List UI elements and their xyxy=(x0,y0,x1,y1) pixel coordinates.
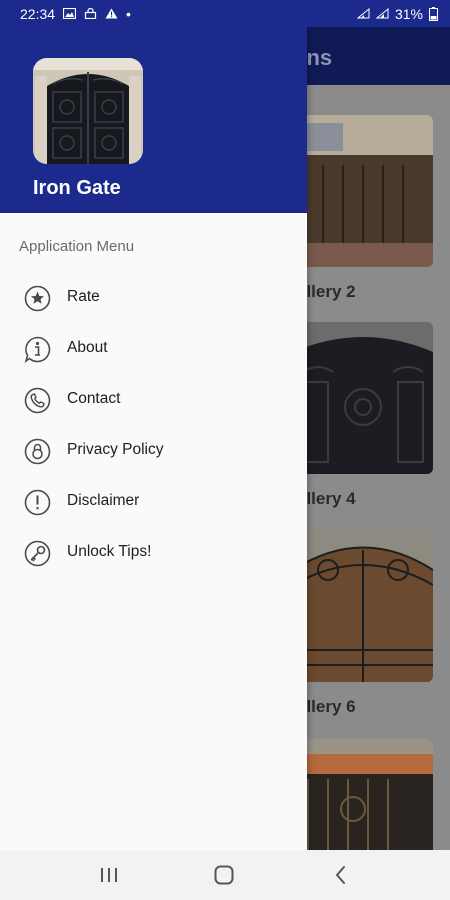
battery-icon xyxy=(429,6,438,21)
status-time: 22:34 xyxy=(20,5,56,22)
menu-item-unlock-tips[interactable]: Unlock Tips! xyxy=(0,528,307,579)
battery-percent: 31% xyxy=(394,5,423,22)
status-bar: 22:34 • 31% xyxy=(0,0,450,27)
navigation-drawer: Iron Gate Application Menu Rate About Co… xyxy=(0,0,307,850)
key-icon xyxy=(24,540,51,567)
menu-item-about[interactable]: About xyxy=(0,324,307,375)
status-right: 31% xyxy=(356,5,438,22)
home-icon[interactable] xyxy=(210,862,238,888)
star-icon xyxy=(24,285,51,312)
info-icon xyxy=(24,336,51,363)
exclamation-icon xyxy=(24,489,51,516)
menu-label-contact: Contact xyxy=(67,390,121,407)
drawer-header: Iron Gate xyxy=(0,0,307,213)
status-left: 22:34 • xyxy=(20,6,131,22)
menu-label-about: About xyxy=(67,339,108,356)
system-nav-bar xyxy=(0,850,450,900)
lock-icon xyxy=(84,8,97,19)
gallery-card-4[interactable] xyxy=(293,322,433,474)
gallery-card-2[interactable] xyxy=(293,115,433,267)
menu-label-rate: Rate xyxy=(67,288,100,305)
menu-item-rate[interactable]: Rate xyxy=(0,273,307,324)
gallery-image xyxy=(293,739,433,850)
alert-icon xyxy=(105,8,118,19)
gallery-image xyxy=(293,322,433,474)
menu-label-disclaimer: Disclaimer xyxy=(67,492,140,509)
phone-icon xyxy=(24,387,51,414)
gallery-image xyxy=(293,530,433,682)
image-icon xyxy=(63,8,77,19)
menu-label-unlock-tips: Unlock Tips! xyxy=(67,543,152,560)
menu-label-privacy-policy: Privacy Policy xyxy=(67,441,164,458)
drawer-app-name: Iron Gate xyxy=(33,177,121,199)
privacy-icon xyxy=(24,438,51,465)
menu-item-disclaimer[interactable]: Disclaimer xyxy=(0,477,307,528)
gallery-card-6[interactable] xyxy=(293,530,433,682)
status-dot: • xyxy=(126,5,131,22)
app-logo xyxy=(33,58,143,164)
iron-gate-logo-image xyxy=(33,58,143,164)
signal-icon-2 xyxy=(375,8,389,19)
signal-icon xyxy=(356,8,370,19)
recent-apps-icon[interactable] xyxy=(95,862,123,888)
menu-section-title: Application Menu xyxy=(19,238,135,255)
back-icon[interactable] xyxy=(327,862,355,888)
menu-item-contact[interactable]: Contact xyxy=(0,375,307,426)
gallery-image xyxy=(293,115,433,267)
menu-item-privacy-policy[interactable]: Privacy Policy xyxy=(0,426,307,477)
gallery-card-8[interactable] xyxy=(293,739,433,850)
